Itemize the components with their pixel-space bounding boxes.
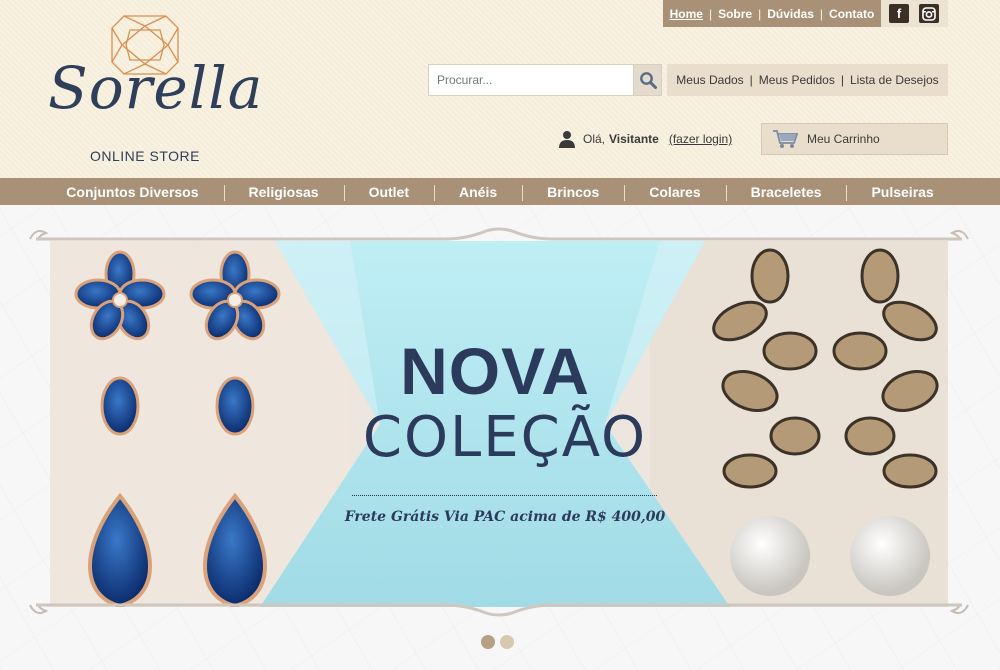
nav-religiosas[interactable]: Religiosas — [223, 184, 344, 201]
visitor-name: Visitante — [609, 132, 659, 146]
separator: | — [840, 73, 844, 87]
search-icon — [639, 72, 657, 89]
site-header: Sorella ONLINE STORE Home | Sobre | Dúvi… — [0, 0, 1000, 178]
logo[interactable]: Sorella ONLINE STORE — [48, 14, 262, 166]
separator: | — [758, 6, 762, 21]
top-link-sobre[interactable]: Sobre — [718, 7, 752, 21]
search-input[interactable] — [428, 64, 634, 96]
login-link[interactable]: (fazer login) — [669, 132, 732, 146]
cart-button[interactable]: Meu Carrinho — [761, 123, 948, 155]
top-link-duvidas[interactable]: Dúvidas — [767, 7, 814, 21]
slider-dot-2[interactable] — [500, 635, 514, 649]
login-greeting: Olá, Visitante (fazer login) — [559, 128, 732, 150]
slider-dots — [481, 635, 514, 649]
banner-subtitle: COLEÇÃO — [362, 405, 648, 470]
banner-promo: Frete Grátis Via PAC acima de R$ 400,00 — [344, 509, 666, 525]
frame-ornament-bottom — [29, 603, 969, 617]
top-links: Home | Sobre | Dúvidas | Contato — [663, 0, 881, 27]
link-lista-desejos[interactable]: Lista de Desejos — [850, 73, 939, 87]
banner-area: NOVA COLEÇÃO Frete Grátis Via PAC acima … — [0, 205, 1000, 670]
separator: | — [708, 6, 713, 21]
nav-colares[interactable]: Colares — [624, 184, 725, 201]
hero-slide[interactable]: NOVA COLEÇÃO Frete Grátis Via PAC acima … — [50, 241, 948, 607]
link-meus-pedidos[interactable]: Meus Pedidos — [759, 73, 835, 87]
nav-conjuntos-diversos[interactable]: Conjuntos Diversos — [41, 184, 223, 200]
search-button[interactable] — [634, 64, 662, 96]
link-meus-dados[interactable]: Meus Dados — [676, 73, 743, 87]
separator: | — [749, 73, 753, 87]
nav-outlet[interactable]: Outlet — [343, 184, 434, 201]
search-bar — [428, 64, 662, 96]
greeting-text: Olá, — [583, 132, 606, 146]
instagram-icon[interactable] — [919, 4, 939, 23]
banner-divider — [352, 495, 657, 496]
nav-braceletes[interactable]: Braceletes — [725, 184, 847, 201]
top-link-contato[interactable]: Contato — [829, 7, 874, 21]
cart-label: Meu Carrinho — [807, 132, 880, 146]
separator: | — [819, 6, 824, 21]
nav-brincos[interactable]: Brincos — [522, 184, 624, 201]
cart-icon — [773, 130, 798, 148]
slider-dot-1[interactable] — [481, 635, 495, 649]
top-link-home[interactable]: Home — [670, 7, 703, 21]
account-links: Meus Dados | Meus Pedidos | Lista de Des… — [667, 64, 948, 96]
main-nav: Conjuntos Diversos Religiosas Outlet Ané… — [0, 178, 1000, 205]
logo-tagline: ONLINE STORE — [90, 148, 200, 164]
banner-title: NOVA — [400, 334, 590, 408]
user-icon — [559, 131, 575, 148]
nav-pulseiras[interactable]: Pulseiras — [846, 184, 958, 201]
nav-aneis[interactable]: Anéis — [434, 184, 522, 201]
facebook-icon[interactable]: f — [889, 4, 909, 23]
logo-wordmark: Sorella — [48, 54, 264, 122]
social-links: f — [881, 0, 948, 27]
